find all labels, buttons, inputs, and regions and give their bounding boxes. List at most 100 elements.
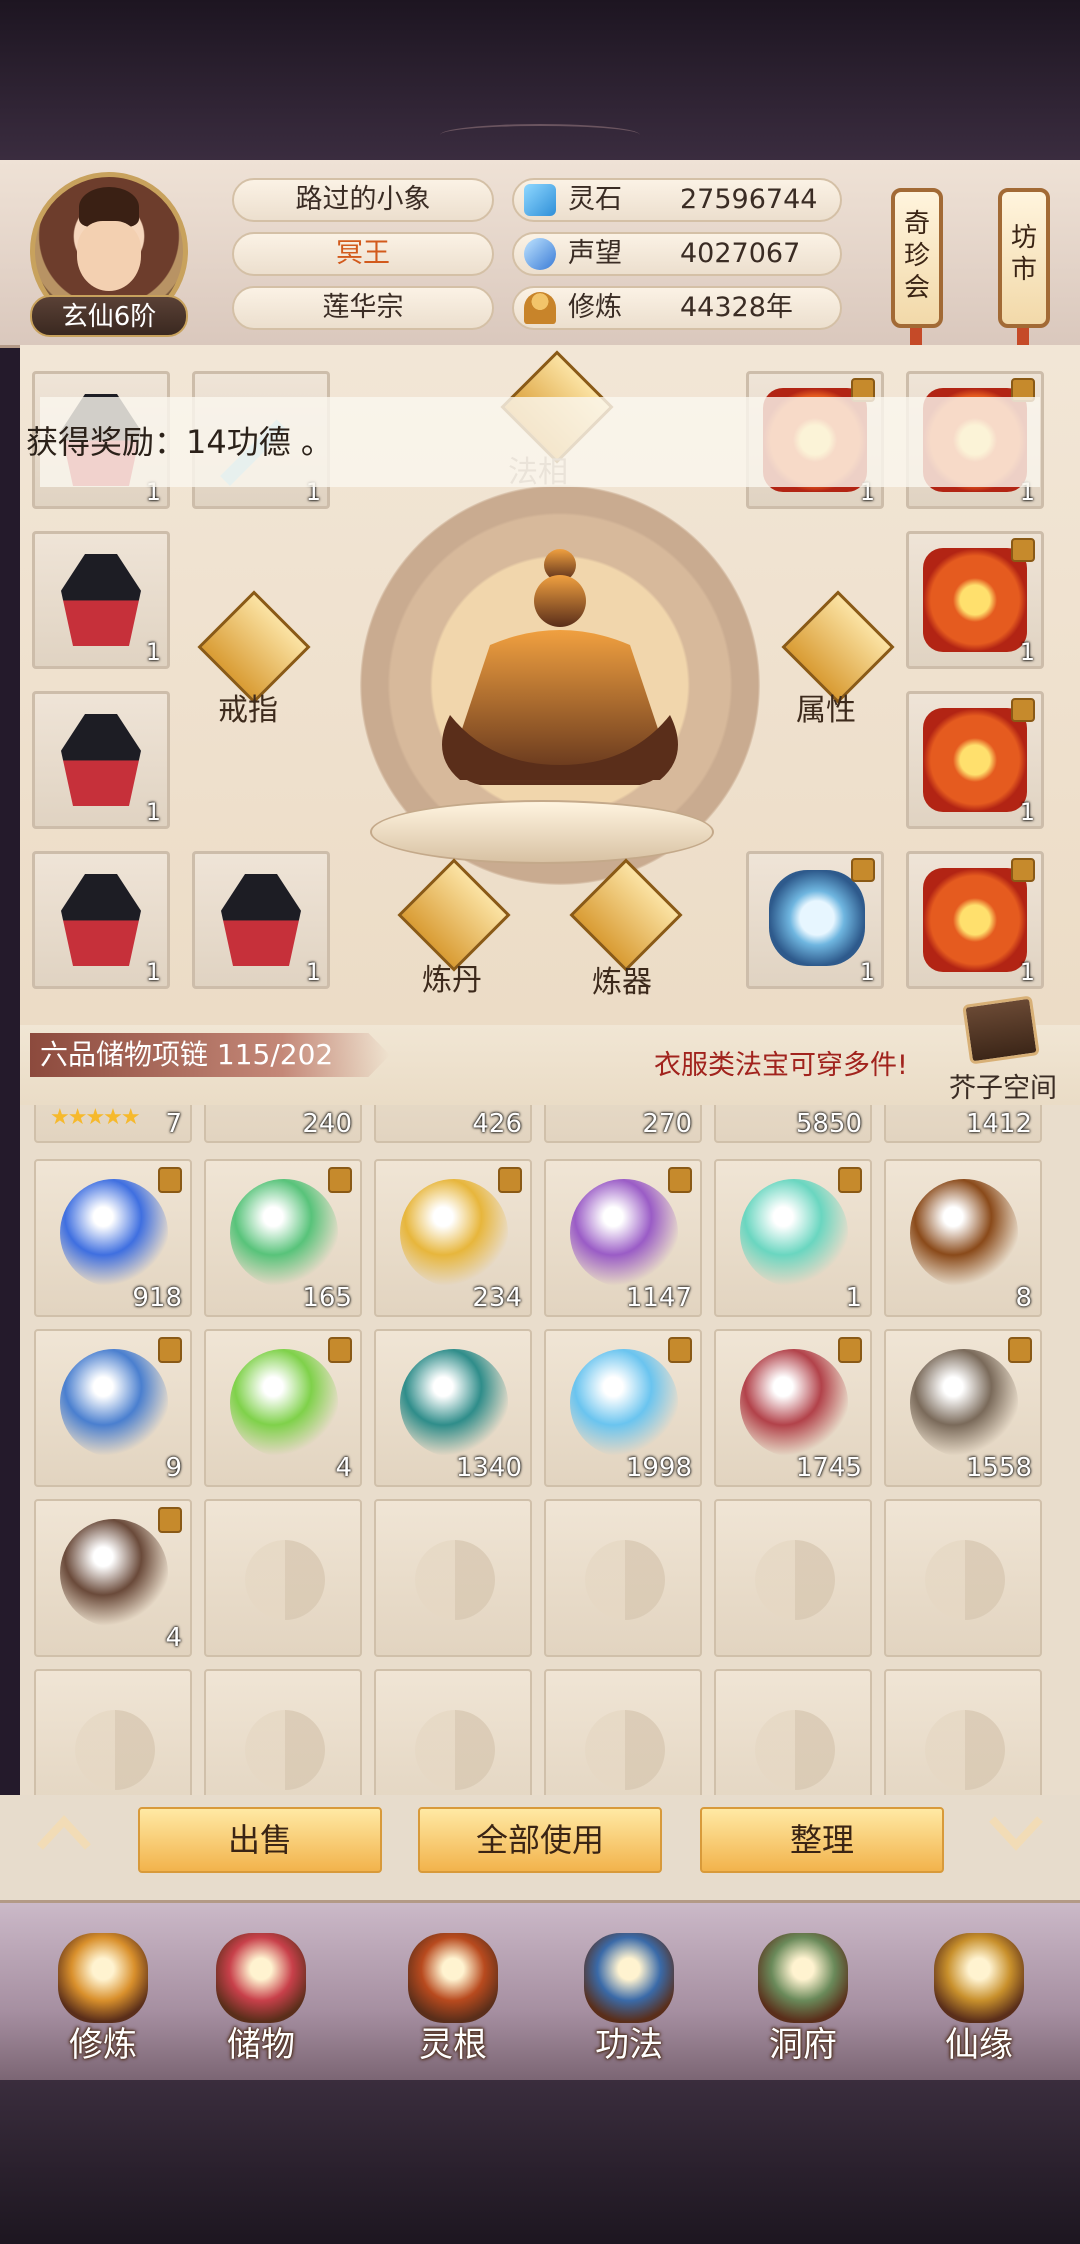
equip-slot[interactable]: 1 <box>906 851 1044 989</box>
inventory-cell[interactable]: 426 <box>374 1105 532 1143</box>
scroll-up-icon[interactable] <box>34 1813 94 1853</box>
inventory-cell[interactable]: 270 <box>544 1105 702 1143</box>
inventory-cell[interactable] <box>34 1669 192 1795</box>
lock-icon <box>668 1167 692 1193</box>
inventory-cell[interactable] <box>544 1499 702 1657</box>
meditating-figure <box>442 549 678 785</box>
lock-icon <box>158 1337 182 1363</box>
inventory-cell[interactable] <box>374 1499 532 1657</box>
inventory-title: 六品储物项链 115/202 <box>30 1033 390 1077</box>
top-ornament <box>440 124 640 146</box>
item-count: 1 <box>145 958 161 986</box>
equip-slot[interactable]: 1 <box>746 851 884 989</box>
inventory-cell[interactable]: 240 <box>204 1105 362 1143</box>
inventory-cell[interactable]: 1412 <box>884 1105 1042 1143</box>
nav-spirit-root[interactable]: 灵根 <box>378 1919 528 2079</box>
inventory-cell[interactable]: 1998 <box>544 1329 702 1487</box>
inventory-cell[interactable]: 1745 <box>714 1329 872 1487</box>
inventory-cell[interactable]: 234 <box>374 1159 532 1317</box>
market-banner[interactable]: 坊 市 <box>998 188 1050 328</box>
inventory-cell[interactable]: 4 <box>204 1329 362 1487</box>
yin-yang-icon <box>415 1710 495 1790</box>
player-sect: 莲华宗 <box>232 286 494 330</box>
item-icon <box>570 1179 678 1287</box>
inventory-cell[interactable] <box>714 1499 872 1657</box>
inventory-cell[interactable]: 4 <box>34 1499 192 1657</box>
inventory-cell[interactable]: 8 <box>884 1159 1042 1317</box>
equip-slot[interactable]: 1 <box>906 691 1044 829</box>
yin-yang-icon <box>75 1710 155 1790</box>
equip-slot[interactable]: 1 <box>32 531 170 669</box>
inventory-cell[interactable]: 9 <box>34 1329 192 1487</box>
inventory-cell[interactable] <box>374 1669 532 1795</box>
lock-icon <box>838 1337 862 1363</box>
inventory-cell[interactable] <box>544 1669 702 1795</box>
inventory-cell[interactable]: 1 <box>714 1159 872 1317</box>
treasure-fair-banner[interactable]: 奇 珍 会 <box>891 188 943 328</box>
nav-cultivation[interactable]: 修炼 <box>28 1919 178 2079</box>
stat-label: 灵石 <box>568 184 622 215</box>
nav-destiny[interactable]: 仙缘 <box>904 1919 1054 2079</box>
equip-slot[interactable]: 1 <box>32 851 170 989</box>
item-count: 9 <box>165 1453 182 1483</box>
item-count: 1147 <box>625 1283 692 1313</box>
item-count: 1 <box>1019 958 1035 986</box>
nav-technique[interactable]: 功法 <box>554 1919 704 2079</box>
item-count: 426 <box>472 1109 522 1139</box>
lock-icon <box>1011 698 1035 722</box>
item-count: 1 <box>1019 638 1035 666</box>
robe-icon <box>221 874 301 966</box>
inventory-cell[interactable]: 5850 <box>714 1105 872 1143</box>
item-count: 1 <box>145 638 161 666</box>
use-all-button[interactable]: 全部使用 <box>418 1807 662 1873</box>
nav-storage[interactable]: 储物 <box>186 1919 336 2079</box>
cultivation-icon <box>58 1933 148 2023</box>
reward-toast-text: 获得奖励：14功德 。 <box>26 423 333 461</box>
inventory-cell[interactable] <box>884 1669 1042 1795</box>
lock-icon <box>838 1167 862 1193</box>
item-icon <box>60 1179 168 1287</box>
inventory-cell[interactable] <box>714 1669 872 1795</box>
item-icon <box>400 1179 508 1287</box>
inventory-cell[interactable]: ★★★★★ 7 <box>34 1105 192 1143</box>
player-title[interactable]: 冥王 <box>232 232 494 276</box>
player-rank: 玄仙6阶 <box>30 295 188 337</box>
lock-icon <box>158 1167 182 1193</box>
item-icon <box>230 1179 338 1287</box>
inventory-cell[interactable] <box>204 1669 362 1795</box>
yin-yang-icon <box>415 1540 495 1620</box>
item-icon <box>60 1349 168 1457</box>
scroll-down-icon[interactable] <box>986 1813 1046 1853</box>
item-count: 234 <box>472 1283 522 1313</box>
item-count: 165 <box>302 1283 352 1313</box>
nav-cave-dwelling[interactable]: 洞府 <box>728 1919 878 2079</box>
sell-button[interactable]: 出售 <box>138 1807 382 1873</box>
yin-yang-icon <box>245 1540 325 1620</box>
inventory-cell[interactable]: 918 <box>34 1159 192 1317</box>
mustard-space-label: 芥子空间 <box>949 1073 1057 1104</box>
item-icon <box>740 1179 848 1287</box>
stat-label: 修炼 <box>568 292 622 323</box>
star-rating: ★★★★★ <box>50 1105 141 1130</box>
sort-button[interactable]: 整理 <box>700 1807 944 1873</box>
equip-slot[interactable]: 1 <box>32 691 170 829</box>
equip-slot[interactable]: 1 <box>192 851 330 989</box>
equip-slot[interactable]: 1 <box>906 531 1044 669</box>
yin-yang-icon <box>755 1710 835 1790</box>
inventory-cell[interactable]: 1558 <box>884 1329 1042 1487</box>
inventory-cell[interactable]: 165 <box>204 1159 362 1317</box>
mustard-space-button[interactable]: 芥子空间 <box>938 990 1058 1104</box>
stat-value: 44328年 <box>680 292 793 323</box>
yin-yang-icon <box>925 1540 1005 1620</box>
inventory-cell[interactable]: 1340 <box>374 1329 532 1487</box>
flame-cape-icon <box>923 708 1027 812</box>
item-count: 8 <box>1015 1283 1032 1313</box>
reward-toast: 获得奖励：14功德 。 <box>26 397 1040 487</box>
forge-label: 炼器 <box>592 965 652 1000</box>
inventory-cell[interactable] <box>204 1499 362 1657</box>
cave-dwelling-icon <box>758 1933 848 2023</box>
spirit-stone-icon <box>524 184 556 216</box>
item-icon <box>60 1519 168 1627</box>
inventory-cell[interactable]: 1147 <box>544 1159 702 1317</box>
inventory-cell[interactable] <box>884 1499 1042 1657</box>
